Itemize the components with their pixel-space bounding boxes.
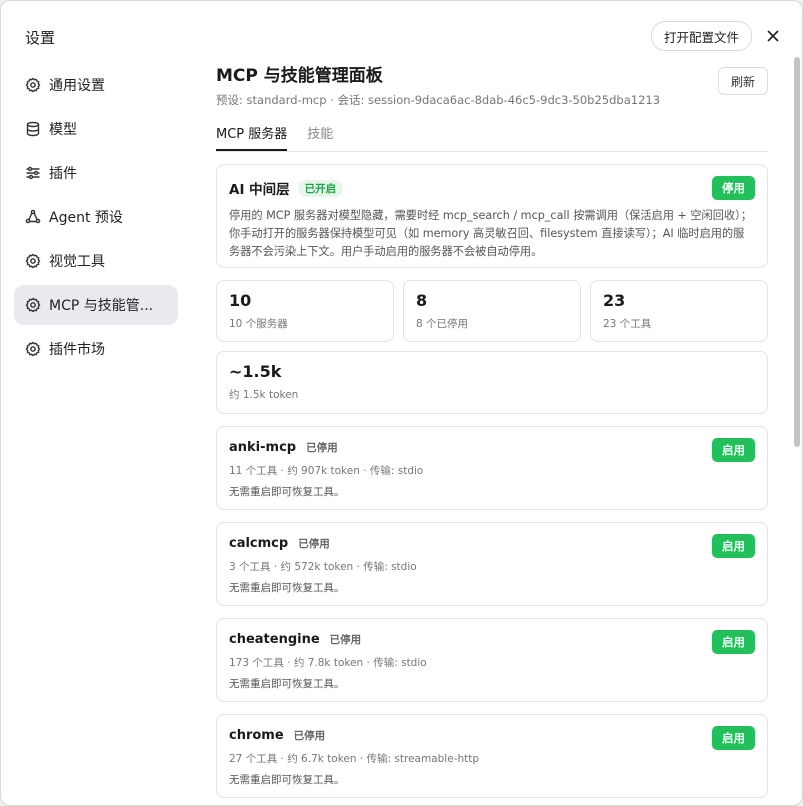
main-panel: MCP 与技能管理面板 预设: standard-mcp · 会话: sessi… bbox=[216, 61, 768, 798]
sidebar-item-label: Agent 预设 bbox=[49, 210, 123, 226]
token-card: ~1.5k 约 1.5k token bbox=[216, 351, 768, 414]
status-badge: 已停用 bbox=[298, 538, 330, 550]
agent-icon bbox=[25, 209, 41, 225]
open-config-button[interactable]: 打开配置文件 bbox=[650, 21, 752, 51]
status-badge: 已开启 bbox=[297, 179, 344, 197]
stat-label: 23 个工具 bbox=[603, 318, 652, 330]
sidebar-item-label: 插件 bbox=[49, 166, 77, 182]
server-card: calcmcp 已停用 启用 3 个工具 · 约 572k token · 传输… bbox=[216, 522, 768, 606]
server-note: 无需重启即可恢复工具。 bbox=[229, 582, 345, 594]
status-badge: 已停用 bbox=[293, 730, 326, 742]
token-label: 约 1.5k token bbox=[229, 389, 299, 401]
sidebar-item-label: MCP 与技能管... bbox=[49, 298, 154, 314]
sidebar-item-general[interactable]: 通用设置 bbox=[14, 65, 178, 105]
sliders-icon bbox=[25, 165, 41, 181]
sidebar-item-label: 插件市场 bbox=[49, 342, 105, 358]
header-actions: 打开配置文件 bbox=[650, 21, 788, 51]
sidebar-item-mcp-skills[interactable]: MCP 与技能管... bbox=[14, 285, 178, 325]
page-title: MCP 与技能管理面板 bbox=[216, 66, 383, 86]
server-card: chrome 已停用 启用 27 个工具 · 约 6.7k token · 传输… bbox=[216, 714, 768, 798]
server-name: calcmcp bbox=[229, 536, 289, 551]
ai-middleware-card: AI 中间层 已开启 停用 停用的 MCP 服务器对模型隐藏，需要时经 mcp_… bbox=[216, 164, 768, 268]
sidebar-title: 设置 bbox=[25, 29, 56, 47]
tab-mcp-servers[interactable]: MCP 服务器 bbox=[216, 121, 288, 151]
sidebar-item-label: 视觉工具 bbox=[49, 254, 105, 270]
stat-value: 23 bbox=[603, 291, 626, 310]
server-name: chrome bbox=[229, 728, 284, 743]
server-note: 无需重启即可恢复工具。 bbox=[229, 678, 345, 690]
gear-icon bbox=[25, 341, 41, 357]
server-meta: 173 个工具 · 约 7.8k token · 传输: stdio bbox=[229, 657, 427, 669]
status-badge: 已停用 bbox=[306, 442, 338, 454]
enable-button[interactable]: 启用 bbox=[712, 726, 755, 750]
stat-servers: 10 10 个服务器 bbox=[216, 280, 394, 342]
stat-disabled: 8 8 个已停用 bbox=[403, 280, 581, 342]
tab-bar: MCP 服务器 技能 bbox=[216, 121, 768, 152]
scrollbar[interactable] bbox=[794, 57, 800, 447]
sidebar-item-label: 模型 bbox=[49, 122, 77, 138]
server-card: cheatengine 已停用 启用 173 个工具 · 约 7.8k toke… bbox=[216, 618, 768, 702]
middleware-title: AI 中间层 bbox=[229, 182, 290, 198]
server-name: anki-mcp bbox=[229, 440, 297, 455]
stat-tools: 23 23 个工具 bbox=[590, 280, 768, 342]
refresh-button[interactable]: 刷新 bbox=[717, 67, 768, 95]
status-badge: 已停用 bbox=[329, 634, 362, 646]
sidebar-item-label: 通用设置 bbox=[49, 78, 105, 94]
server-meta: 3 个工具 · 约 572k token · 传输: stdio bbox=[229, 561, 417, 573]
database-icon bbox=[25, 121, 41, 137]
sidebar-item-plugin-market[interactable]: 插件市场 bbox=[14, 329, 178, 369]
stat-label: 10 个服务器 bbox=[229, 318, 288, 330]
server-meta: 11 个工具 · 约 907k token · 传输: stdio bbox=[229, 465, 424, 477]
server-note: 无需重启即可恢复工具。 bbox=[229, 774, 345, 786]
sidebar-item-vision-tools[interactable]: 视觉工具 bbox=[14, 241, 178, 281]
disable-middleware-button[interactable]: 停用 bbox=[712, 176, 755, 200]
token-value: ~1.5k bbox=[229, 362, 282, 381]
tab-skills[interactable]: 技能 bbox=[307, 121, 333, 151]
gear-icon bbox=[25, 77, 41, 93]
close-icon[interactable] bbox=[758, 21, 788, 51]
settings-window: 设置 通用设置 模型 插件 Agent 预设 视觉工具 MCP 与技能管... … bbox=[0, 0, 803, 806]
middleware-description: 停用的 MCP 服务器对模型隐藏，需要时经 mcp_search / mcp_c… bbox=[229, 209, 752, 258]
gear-icon bbox=[25, 297, 41, 313]
stat-value: 8 bbox=[416, 291, 428, 310]
sidebar-item-models[interactable]: 模型 bbox=[14, 109, 178, 149]
stat-value: 10 bbox=[229, 291, 252, 310]
server-meta: 27 个工具 · 约 6.7k token · 传输: streamable-h… bbox=[229, 753, 480, 765]
sidebar-nav: 通用设置 模型 插件 Agent 预设 视觉工具 MCP 与技能管... 插件市… bbox=[14, 65, 178, 373]
server-card: anki-mcp 已停用 启用 11 个工具 · 约 907k token · … bbox=[216, 426, 768, 510]
sidebar-item-plugins[interactable]: 插件 bbox=[14, 153, 178, 193]
server-name: cheatengine bbox=[229, 632, 320, 647]
server-note: 无需重启即可恢复工具。 bbox=[229, 486, 345, 498]
stat-label: 8 个已停用 bbox=[416, 318, 469, 330]
sidebar: 设置 通用设置 模型 插件 Agent 预设 视觉工具 MCP 与技能管... … bbox=[1, 1, 191, 805]
gear-icon bbox=[25, 253, 41, 269]
sidebar-item-agent-presets[interactable]: Agent 预设 bbox=[14, 197, 178, 237]
enable-button[interactable]: 启用 bbox=[712, 438, 755, 462]
session-subtitle: 预设: standard-mcp · 会话: session-9daca6ac-… bbox=[216, 93, 661, 107]
enable-button[interactable]: 启用 bbox=[712, 630, 755, 654]
enable-button[interactable]: 启用 bbox=[712, 534, 755, 558]
